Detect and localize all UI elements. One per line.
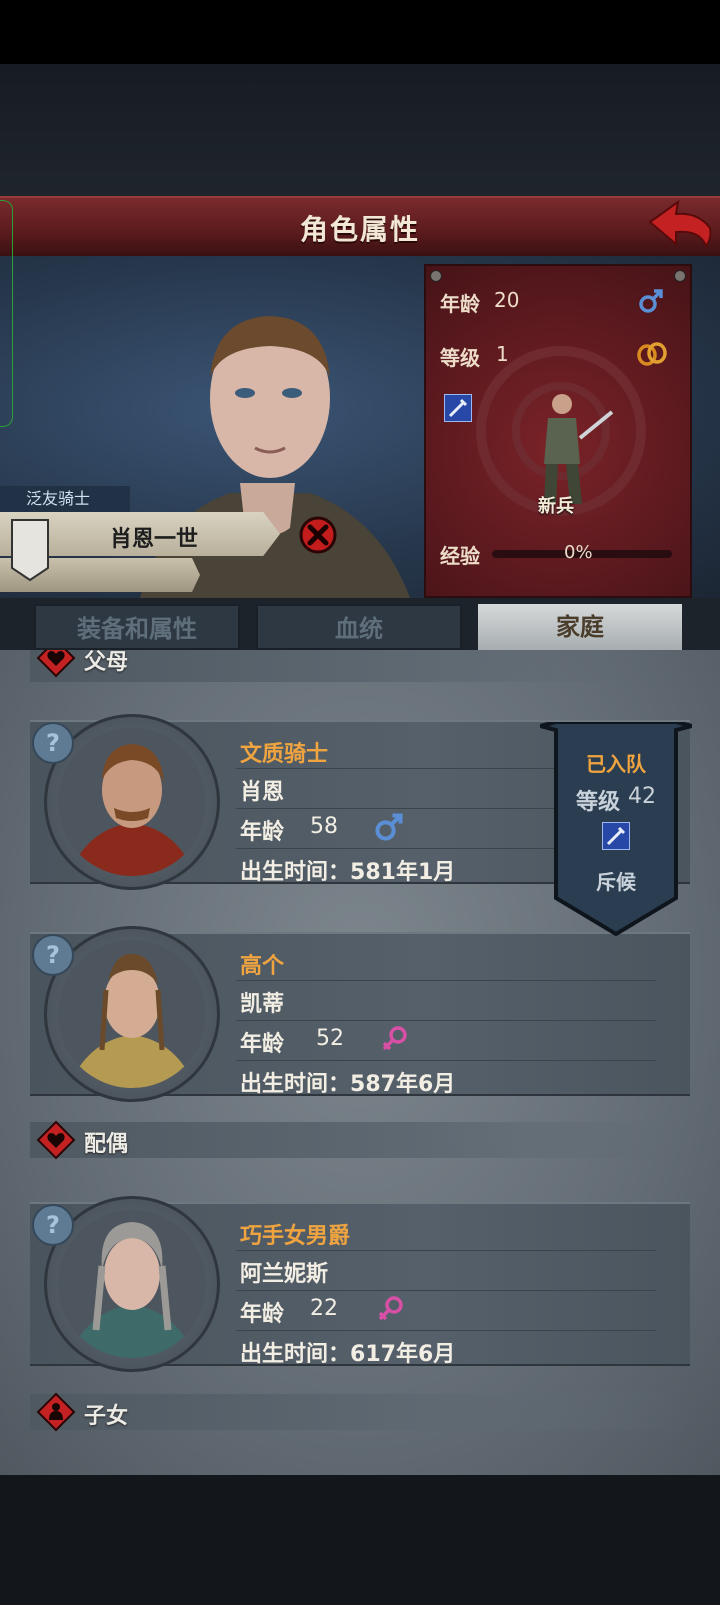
section-children — [30, 1394, 690, 1430]
panel-bolt — [430, 270, 442, 282]
birth-label: 出生时间： — [240, 860, 351, 885]
party-status: 已入队 — [586, 752, 646, 776]
status-bar-area — [0, 0, 720, 64]
page-title: 角色属性 — [299, 213, 420, 246]
tab-family[interactable]: 家庭 — [478, 604, 682, 650]
title-bar: 角色属性 — [0, 196, 720, 258]
card-divider — [236, 1020, 656, 1021]
member-birth: 出生时间：617年6月 — [240, 1336, 455, 1368]
unit-type-label: 新兵 — [538, 496, 574, 517]
heart-icon — [36, 1120, 76, 1160]
card-divider — [236, 980, 656, 981]
age-label: 年龄 — [440, 292, 480, 316]
side-tab-edge[interactable] — [0, 200, 13, 427]
unit-figure — [544, 394, 614, 504]
member-name: 肖恩 — [240, 780, 285, 805]
tab-bloodline[interactable]: 血统 — [256, 604, 462, 650]
close-icon[interactable] — [298, 515, 338, 555]
section-parents — [30, 650, 690, 682]
level-label: 等级 — [440, 346, 480, 370]
member-age-label: 年龄 — [240, 820, 285, 845]
female-icon — [378, 1296, 403, 1321]
character-rank-title: 泛友骑士 — [0, 486, 130, 512]
heart-icon — [36, 650, 76, 678]
back-arrow-icon[interactable] — [646, 198, 716, 250]
birth-date: 587年6月 — [350, 1072, 456, 1097]
card-divider — [236, 1060, 656, 1061]
member-title: 文质骑士 — [240, 742, 329, 767]
upper-background — [0, 64, 720, 196]
card-divider — [236, 1250, 656, 1251]
ring-icon[interactable] — [636, 340, 668, 368]
member-age: 58 — [310, 814, 338, 839]
child-icon — [36, 1392, 76, 1432]
member-name: 凯蒂 — [240, 992, 285, 1017]
birth-date: 617年6月 — [350, 1342, 456, 1367]
section-spouse-label: 配偶 — [84, 1132, 129, 1157]
tab-equipment[interactable]: 装备和属性 — [34, 604, 240, 650]
dagger-icon — [444, 394, 472, 422]
party-level: 42 — [628, 784, 656, 809]
character-name: 肖恩一世 — [110, 527, 199, 552]
member-name: 阿兰妮斯 — [240, 1262, 329, 1287]
panel-bolt — [674, 270, 686, 282]
member-age: 52 — [316, 1026, 344, 1051]
bottom-area — [0, 1475, 720, 1605]
member-age-label: 年龄 — [240, 1302, 285, 1327]
member-title: 高个 — [240, 954, 285, 979]
male-icon — [375, 813, 403, 841]
birth-label: 出生时间： — [240, 1342, 351, 1367]
member-title: 巧手女男爵 — [240, 1224, 351, 1249]
party-level-label: 等级 — [576, 790, 621, 815]
member-age: 22 — [310, 1296, 338, 1321]
level-value: 1 — [496, 342, 509, 366]
exp-value: 0% — [564, 542, 593, 563]
section-children-label: 子女 — [84, 1404, 129, 1429]
exp-label: 经验 — [440, 544, 480, 568]
card-divider — [236, 1290, 656, 1291]
party-class: 斥候 — [596, 870, 636, 894]
age-value: 20 — [494, 288, 520, 312]
question-icon[interactable]: ? — [32, 722, 74, 764]
member-birth: 出生时间：587年6月 — [240, 1066, 455, 1098]
male-icon — [639, 289, 663, 313]
member-birth: 出生时间：581年1月 — [240, 854, 455, 886]
question-icon[interactable]: ? — [32, 934, 74, 976]
section-spouse — [30, 1122, 690, 1158]
dagger-icon — [602, 822, 630, 850]
card-divider — [236, 1330, 656, 1331]
member-age-label: 年龄 — [240, 1032, 285, 1057]
birth-label: 出生时间： — [240, 1072, 351, 1097]
section-parents-label: 父母 — [84, 650, 129, 675]
female-icon — [382, 1026, 407, 1051]
question-icon[interactable]: ? — [32, 1204, 74, 1246]
heraldry-shield-icon[interactable] — [10, 518, 50, 582]
birth-date: 581年1月 — [350, 860, 456, 885]
